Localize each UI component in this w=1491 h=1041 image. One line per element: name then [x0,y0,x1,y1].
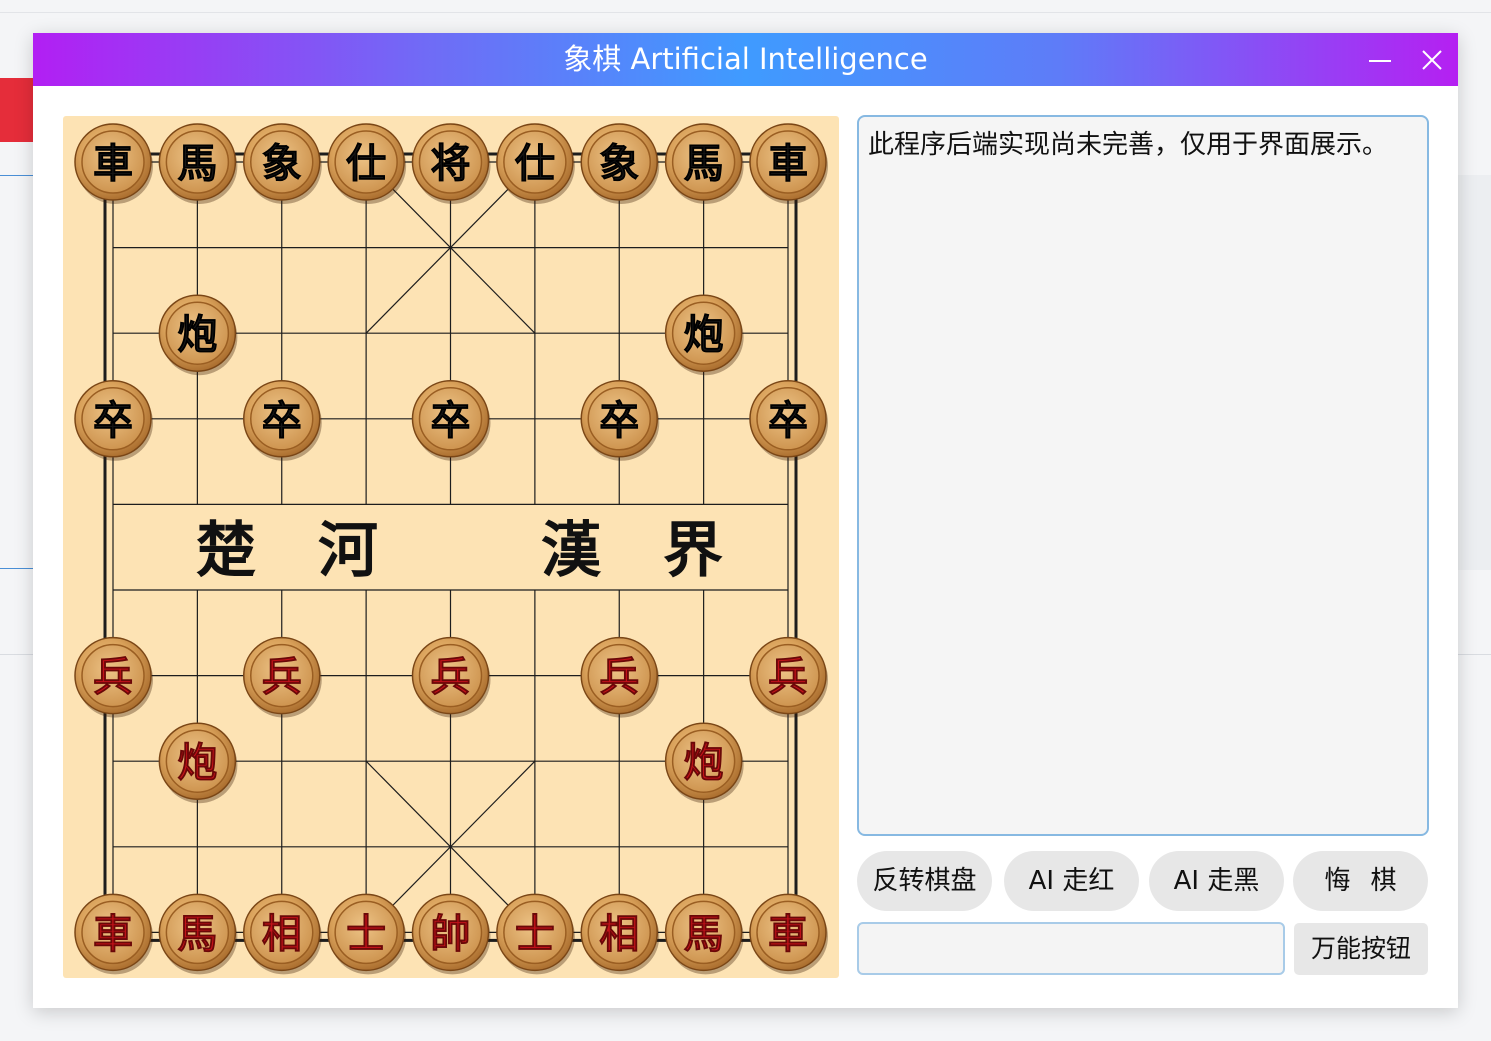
piece-red[interactable]: 兵 [580,636,660,718]
message-log[interactable]: 此程序后端实现尚未完善，仅用于界面展示。 [857,115,1429,836]
background-divider [1458,654,1491,655]
piece-label: 兵 [431,654,471,701]
piece-label: 相 [262,910,302,957]
river-char-chu: 楚 [196,516,256,586]
close-icon [1422,50,1442,70]
piece-label: 車 [768,140,808,187]
piece-label: 兵 [768,654,808,701]
piece-black[interactable]: 仕 [496,123,575,204]
piece-label: 馬 [177,910,217,957]
piece-label: 帥 [431,910,471,957]
window-title: 象棋 Artificial Intelligence [563,42,928,76]
piece-black[interactable]: 車 [74,123,153,204]
background-panel [1458,175,1491,570]
river: 楚 河 漢 界 [196,516,723,586]
piece-red[interactable]: 士 [496,893,575,975]
command-input[interactable] [857,922,1285,975]
ai-move-red-button[interactable]: AI 走红 [1004,851,1139,911]
piece-label: 卒 [262,397,302,444]
title-bar[interactable]: 象棋 Artificial Intelligence [33,33,1458,86]
piece-black[interactable]: 車 [749,123,828,204]
piece-label: 卒 [431,397,471,444]
piece-black[interactable]: 卒 [580,380,660,461]
piece-red[interactable]: 馬 [664,893,744,975]
piece-black[interactable]: 象 [580,123,660,204]
piece-red[interactable]: 馬 [158,893,238,975]
background-divider [0,12,1491,13]
piece-label: 仕 [346,140,386,187]
magic-button[interactable]: 万能按钮 [1294,923,1428,975]
piece-label: 車 [93,910,133,957]
piece-label: 兵 [93,654,133,701]
background-app-accent [0,78,33,142]
piece-label: 相 [599,910,639,957]
piece-label: 馬 [684,910,724,957]
piece-label: 炮 [684,311,724,358]
piece-red[interactable]: 兵 [411,636,491,718]
piece-label: 卒 [768,397,808,444]
piece-black[interactable]: 卒 [411,380,491,461]
flip-board-button[interactable]: 反转棋盘 [857,851,992,911]
piece-red[interactable]: 炮 [158,722,238,804]
piece-black[interactable]: 仕 [327,123,407,204]
piece-label: 将 [431,140,471,187]
piece-label: 卒 [599,397,639,444]
piece-black[interactable]: 卒 [74,380,153,461]
piece-label: 馬 [177,140,217,187]
piece-black[interactable]: 将 [411,123,491,204]
undo-button[interactable]: 悔棋 [1293,851,1428,911]
app-window: 象棋 Artificial Intelligence 楚 河 漢 界 車 馬 象… [33,33,1458,1008]
chess-board[interactable]: 楚 河 漢 界 車馬象仕将仕象馬車炮炮卒卒卒卒卒兵兵兵兵兵炮炮車馬相士帥士相馬車 [63,116,839,978]
piece-black[interactable]: 炮 [158,294,238,376]
piece-label: 炮 [177,311,217,358]
piece-red[interactable]: 帥 [411,893,491,975]
piece-red[interactable]: 炮 [664,722,744,804]
piece-label: 兵 [262,654,302,701]
piece-label: 象 [599,140,639,187]
piece-red[interactable]: 兵 [749,636,828,718]
background-divider [0,175,33,176]
piece-label: 車 [93,140,133,187]
piece-black[interactable]: 馬 [664,123,744,204]
background-divider [0,654,33,655]
piece-red[interactable]: 相 [243,893,322,975]
river-char-han: 漢 [541,516,602,586]
piece-black[interactable]: 卒 [749,380,828,461]
piece-label: 車 [768,910,808,957]
piece-red[interactable]: 相 [580,893,660,975]
piece-label: 炮 [177,739,217,786]
piece-red[interactable]: 車 [749,893,828,975]
piece-label: 仕 [515,140,555,187]
ai-move-black-button[interactable]: AI 走黑 [1149,851,1284,911]
river-char-he: 河 [318,516,378,586]
board-canvas[interactable]: 楚 河 漢 界 車馬象仕将仕象馬車炮 炮卒卒卒卒卒兵兵兵兵兵炮 炮車馬相士帥士相馬車 [63,116,839,978]
close-button[interactable] [1413,41,1451,79]
piece-label: 炮 [684,739,724,786]
piece-red[interactable]: 兵 [74,636,153,718]
minimize-icon [1369,60,1391,62]
piece-red[interactable]: 兵 [243,636,322,718]
piece-red[interactable]: 車 [74,893,153,975]
piece-black[interactable]: 卒 [243,380,322,461]
piece-label: 象 [262,140,302,187]
river-char-jie: 界 [663,516,723,586]
piece-label: 士 [346,910,386,957]
piece-black[interactable]: 炮 [664,294,744,376]
background-divider [0,568,33,569]
log-text: 此程序后端实现尚未完善，仅用于界面展示。 [868,130,1389,160]
piece-label: 士 [515,910,555,957]
piece-label: 馬 [684,140,724,187]
piece-label: 兵 [599,654,639,701]
piece-black[interactable]: 象 [243,123,322,204]
piece-label: 卒 [93,397,133,444]
piece-black[interactable]: 馬 [158,123,238,204]
piece-red[interactable]: 士 [327,893,407,975]
minimize-button[interactable] [1361,41,1399,79]
